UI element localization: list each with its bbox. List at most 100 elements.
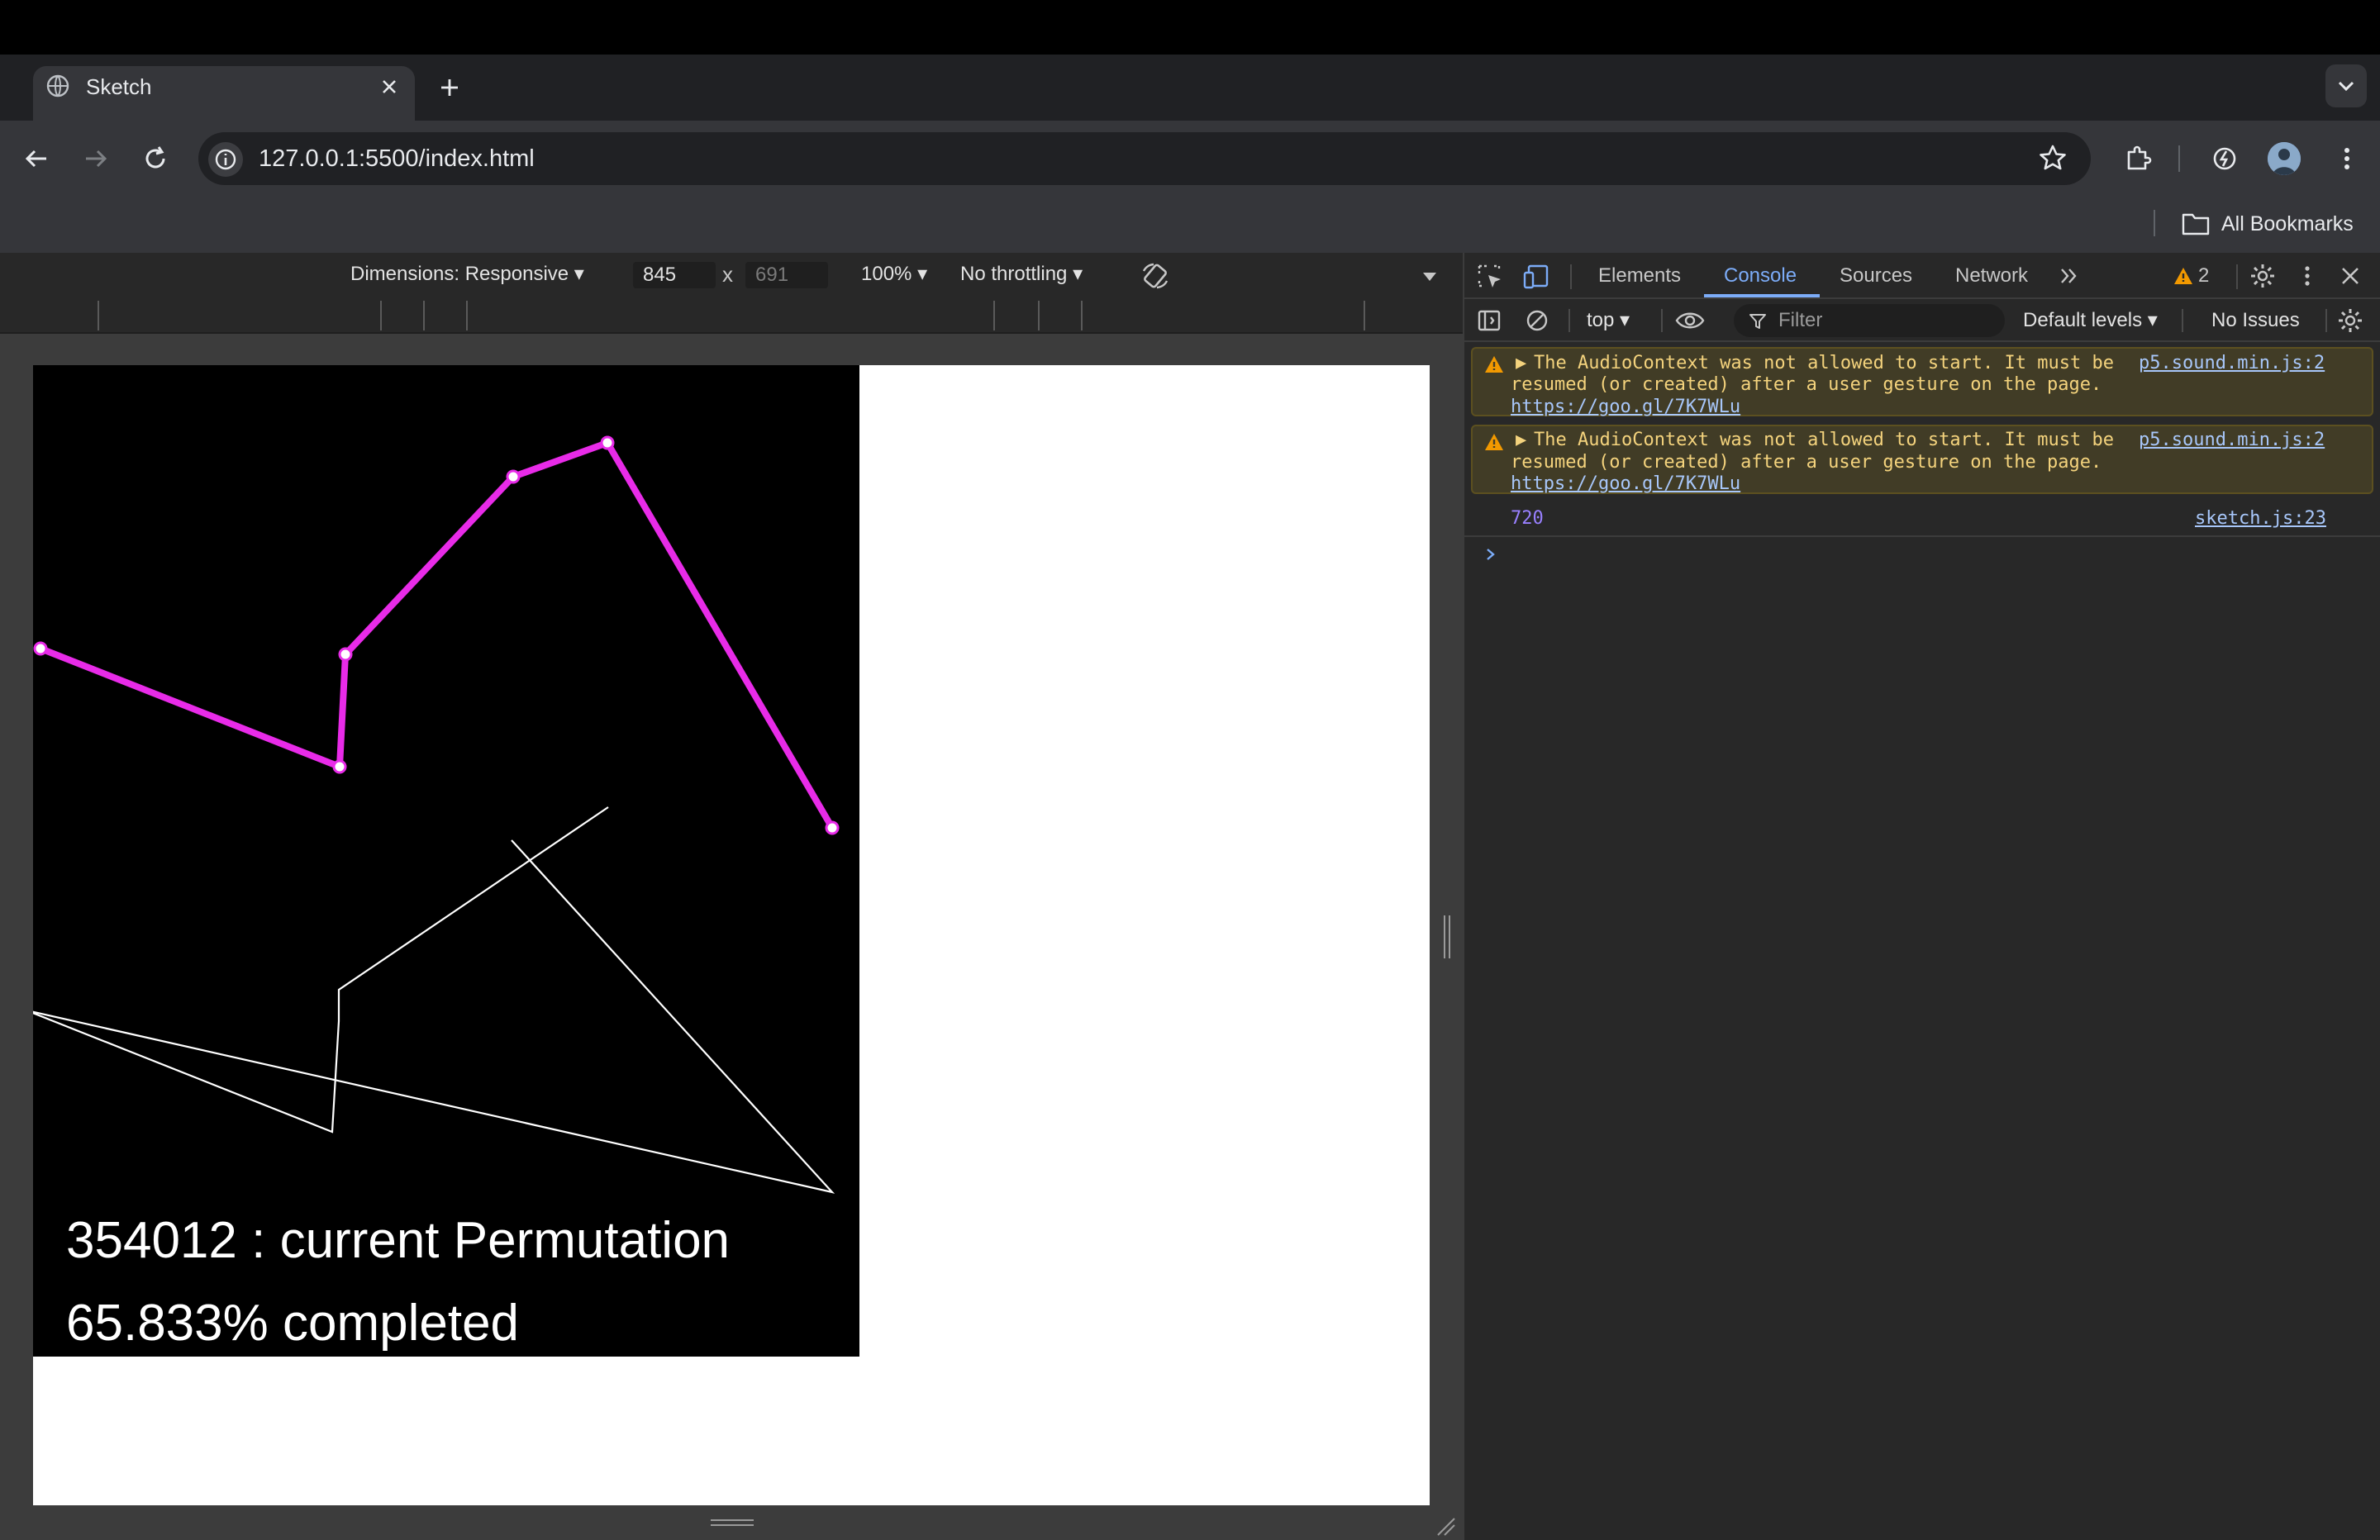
devtools-menu-icon[interactable] bbox=[2292, 261, 2322, 291]
browser-menu-icon[interactable] bbox=[2330, 142, 2363, 175]
row-divider bbox=[1464, 535, 2380, 537]
city-point bbox=[33, 641, 48, 656]
active-tab-indicator bbox=[1704, 294, 1820, 297]
permutation-text: 354012 : current Permutation bbox=[66, 1212, 731, 1269]
dimensions-dropdown[interactable]: Dimensions: Responsive ▾ bbox=[350, 261, 584, 288]
caret-down-icon: ▾ bbox=[1073, 263, 1083, 285]
console-settings-gear-icon[interactable] bbox=[2335, 306, 2365, 335]
log-source-link[interactable]: sketch.js:23 bbox=[2195, 507, 2326, 530]
tab-elements[interactable]: Elements bbox=[1598, 263, 1681, 289]
media-query-bar[interactable] bbox=[0, 296, 1463, 334]
ruler-tick bbox=[98, 301, 99, 330]
dimension-separator: x bbox=[722, 262, 733, 287]
close-devtools-icon[interactable] bbox=[2337, 263, 2363, 289]
inspect-element-icon[interactable] bbox=[1476, 263, 1504, 291]
context-dropdown[interactable]: top ▾ bbox=[1587, 307, 1630, 334]
filter-input[interactable] bbox=[1734, 304, 2005, 337]
warning-icon bbox=[1484, 433, 1504, 451]
current-path bbox=[33, 806, 835, 1194]
ruler-tick bbox=[1081, 301, 1083, 330]
log-levels-value: Default levels bbox=[2023, 309, 2143, 331]
new-tab-icon[interactable] bbox=[436, 74, 463, 101]
warning-text-line1: The AudioContext was not allowed to star… bbox=[1534, 353, 2114, 373]
ruler-tick bbox=[380, 301, 382, 330]
resize-corner-handle[interactable] bbox=[1433, 1514, 1456, 1537]
toolbar-divider bbox=[2182, 309, 2183, 332]
ruler-tick bbox=[1038, 301, 1040, 330]
extensions-puzzle-icon[interactable] bbox=[2122, 142, 2155, 175]
toolbar-divider bbox=[2325, 309, 2327, 332]
ruler-tick bbox=[466, 301, 468, 330]
warning-count[interactable]: 2 bbox=[2198, 263, 2209, 289]
forward-arrow-icon[interactable] bbox=[79, 142, 112, 175]
dimensions-label: Dimensions: Responsive bbox=[350, 263, 569, 285]
devtools-divider bbox=[2236, 264, 2238, 289]
expand-triangle-icon[interactable]: ▶ bbox=[1516, 352, 1526, 374]
sidebar-toggle-icon[interactable] bbox=[1476, 307, 1502, 334]
ruler-tick bbox=[423, 301, 425, 330]
city-point bbox=[338, 647, 353, 662]
toolbar-divider bbox=[1568, 309, 1570, 332]
reload-icon[interactable] bbox=[139, 142, 172, 175]
warning-link[interactable]: https://goo.gl/7K7WLu bbox=[1511, 396, 1740, 418]
warning-icon bbox=[1484, 355, 1504, 373]
bookmark-star-icon[interactable] bbox=[2036, 142, 2069, 175]
city-point bbox=[506, 469, 521, 484]
device-options-caret-icon[interactable] bbox=[1420, 266, 1440, 286]
width-input[interactable]: 845 bbox=[633, 262, 716, 288]
zoom-dropdown[interactable]: 100% ▾ bbox=[861, 261, 927, 288]
issues-button[interactable]: No Issues bbox=[2211, 307, 2300, 334]
best-path bbox=[39, 440, 835, 830]
warning-link[interactable]: https://goo.gl/7K7WLu bbox=[1511, 473, 1740, 495]
height-input[interactable]: 691 bbox=[745, 262, 828, 288]
filter-placeholder: Filter bbox=[1778, 309, 1823, 331]
caret-down-icon: ▾ bbox=[2147, 309, 2158, 331]
tab-console[interactable]: Console bbox=[1724, 263, 1797, 289]
resize-handle-right[interactable] bbox=[1441, 914, 1453, 960]
globe-icon bbox=[46, 74, 69, 97]
city-point bbox=[825, 820, 840, 835]
os-top-bar bbox=[0, 0, 2380, 55]
context-value: top bbox=[1587, 309, 1615, 331]
toolbar-divider bbox=[1661, 309, 1663, 332]
back-arrow-icon[interactable] bbox=[20, 142, 53, 175]
tab-title: Sketch bbox=[86, 74, 152, 99]
caret-down-icon: ▾ bbox=[574, 263, 584, 285]
expand-triangle-icon[interactable]: ▶ bbox=[1516, 429, 1526, 451]
clear-console-icon[interactable] bbox=[1524, 307, 1550, 334]
log-levels-dropdown[interactable]: Default levels ▾ bbox=[2023, 307, 2158, 334]
warning-text-line2: resumed (or created) after a user gestur… bbox=[1511, 374, 2102, 395]
warning-source-link[interactable]: p5.sound.min.js:2 bbox=[2139, 352, 2325, 374]
profile-avatar[interactable] bbox=[2268, 142, 2301, 175]
city-point bbox=[600, 435, 615, 450]
warning-source-link[interactable]: p5.sound.min.js:2 bbox=[2139, 429, 2325, 451]
url-text[interactable]: 127.0.0.1:5500/index.html bbox=[259, 144, 535, 173]
tab-network[interactable]: Network bbox=[1955, 263, 2028, 289]
bookmarks-divider bbox=[2154, 210, 2155, 236]
tab-sources[interactable]: Sources bbox=[1840, 263, 1912, 289]
close-tab-icon[interactable] bbox=[378, 76, 400, 97]
caret-down-icon: ▾ bbox=[917, 263, 928, 285]
toolbar-divider bbox=[2178, 145, 2180, 172]
all-bookmarks-label[interactable]: All Bookmarks bbox=[2221, 211, 2354, 237]
warning-text-line1: The AudioContext was not allowed to star… bbox=[1534, 430, 2114, 450]
progress-text: 65.833% completed bbox=[66, 1295, 520, 1352]
tab-search-button[interactable] bbox=[2325, 64, 2367, 107]
throttling-dropdown[interactable]: No throttling ▾ bbox=[960, 261, 1083, 288]
more-tabs-chevron-icon[interactable] bbox=[2058, 264, 2081, 288]
warning-icon[interactable] bbox=[2173, 266, 2193, 286]
rotate-icon[interactable] bbox=[1139, 259, 1172, 292]
resize-handle-bottom[interactable] bbox=[709, 1517, 755, 1528]
folder-icon[interactable] bbox=[2182, 212, 2210, 236]
settings-gear-icon[interactable] bbox=[2248, 261, 2278, 291]
throttling-value: No throttling bbox=[960, 263, 1068, 285]
warning-text-line2: resumed (or created) after a user gestur… bbox=[1511, 452, 2102, 473]
performance-icon[interactable] bbox=[2208, 142, 2241, 175]
device-toggle-icon[interactable] bbox=[1522, 263, 1550, 291]
city-point bbox=[332, 759, 347, 774]
devtools-divider bbox=[1570, 264, 1572, 289]
live-expression-eye-icon[interactable] bbox=[1674, 307, 1706, 334]
site-info-icon[interactable] bbox=[208, 142, 243, 177]
caret-down-icon: ▾ bbox=[1620, 309, 1630, 331]
console-prompt-chevron-icon[interactable] bbox=[1483, 542, 1499, 567]
